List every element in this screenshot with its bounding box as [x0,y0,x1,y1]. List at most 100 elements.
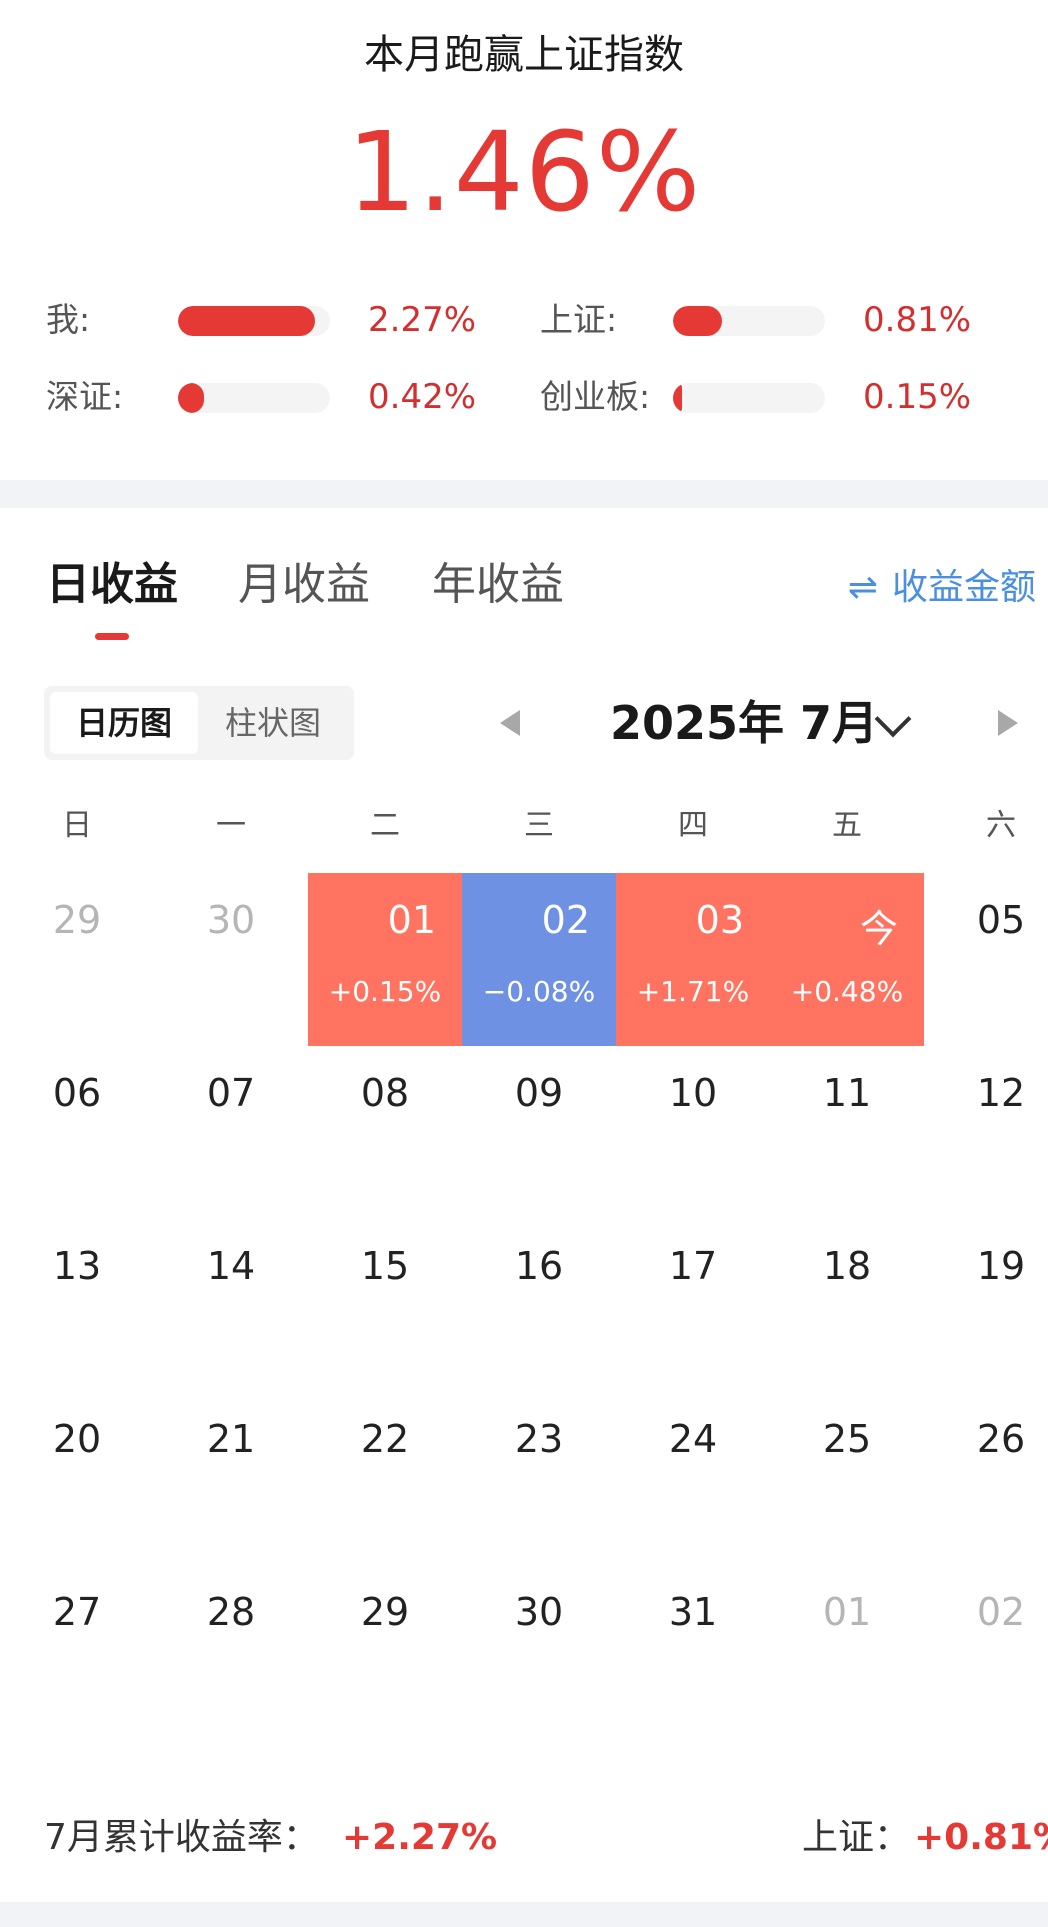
calendar-day-cell[interactable]: 01 +0.15% [308,873,462,1046]
calendar-day-number: 12 [976,1071,1026,1115]
calendar-day-cell[interactable]: 11 [770,1046,924,1219]
comparison-bar-shanghai [673,306,825,336]
calendar-day-number: 02 [976,1590,1026,1634]
weekday-header: 日一二三四五六 [0,800,1048,843]
calendar-day-number: 19 [976,1244,1026,1288]
comparison-row-1: 我: 2.27% 上证: 0.81% [0,300,1048,340]
calendar-day-cell[interactable]: 03 +1.71% [616,873,770,1046]
calendar-day-number: 18 [822,1244,872,1288]
calendar-day-cell[interactable]: 01 [770,1565,924,1738]
weekday-label: 六 [986,808,1016,843]
calendar-day-number: 今 [859,907,898,951]
calendar-day-cell[interactable]: 27 [0,1565,154,1738]
shanghai-index-value: +0.81% [914,1817,1048,1858]
calendar-day-number: 23 [514,1417,564,1461]
calendar-day-cell[interactable]: 08 [308,1046,462,1219]
weekday-label: 三 [524,808,554,843]
next-month-icon[interactable] [998,710,1018,736]
weekday-label: 五 [832,808,862,843]
calendar-day-number: 11 [822,1071,872,1115]
calendar-day-return: +1.71% [636,975,750,1008]
calendar-day-cell[interactable]: 18 [770,1219,924,1392]
chevron-down-icon[interactable] [874,700,912,738]
calendar-day-cell[interactable]: 24 [616,1392,770,1565]
calendar-day-cell[interactable]: 29 [0,873,154,1046]
section-divider [0,480,1048,508]
calendar-day-cell[interactable]: 30 [462,1565,616,1738]
calendar-day-cell[interactable]: 17 [616,1219,770,1392]
calendar-day-number: 30 [514,1590,564,1634]
calendar-day-cell[interactable]: 30 [154,873,308,1046]
calendar-day-cell[interactable]: 06 [0,1046,154,1219]
calendar-day-cell[interactable]: 15 [308,1219,462,1392]
return-tabs: 日收益 月收益 年收益 ⇌ 收益金额 [0,545,1048,645]
calendar-day-cell[interactable]: 25 [770,1392,924,1565]
calendar-day-cell[interactable]: 10 [616,1046,770,1219]
calendar-day-cell[interactable]: 05 [924,873,1048,1046]
calendar-day-cell[interactable]: 02 −0.08% [462,873,616,1046]
comparison-value-shanghai: 0.81% [863,300,972,340]
calendar-day-number: 02 [541,898,590,942]
calendar-day-cell[interactable]: 26 [924,1392,1048,1565]
calendar-day-number: 07 [206,1071,256,1115]
calendar-day-cell[interactable]: 31 [616,1565,770,1738]
calendar-day-number: 09 [514,1071,564,1115]
calendar-day-number: 06 [52,1071,102,1115]
previous-month-icon[interactable] [500,710,520,736]
calendar-day-cell[interactable]: 07 [154,1046,308,1219]
calendar-day-cell[interactable]: 13 [0,1219,154,1392]
month-title[interactable]: 2025年 7月 [610,686,878,760]
comparison-bar-shenzhen [178,383,330,413]
calendar-day-cell[interactable]: 21 [154,1392,308,1565]
calendar-day-number: 15 [360,1244,410,1288]
tab-monthly-return[interactable]: 月收益 [238,545,370,625]
calendar-day-number: 17 [668,1244,718,1288]
comparison-bar-fill [178,383,204,413]
calendar-day-number: 22 [360,1417,410,1461]
tab-daily-return[interactable]: 日收益 [46,545,178,625]
comparison-label-shanghai: 上证: [540,300,618,339]
active-tab-indicator [95,633,129,640]
calendar-day-number: 14 [206,1244,256,1288]
calendar-day-number: 31 [668,1590,718,1634]
comparison-label-chinext: 创业板: [540,377,651,416]
calendar-day-cell[interactable]: 16 [462,1219,616,1392]
swap-arrows-icon: ⇌ [847,567,878,608]
calendar-day-cell[interactable]: 14 [154,1219,308,1392]
calendar-day-number: 13 [52,1244,102,1288]
calendar-day-cell[interactable]: 19 [924,1219,1048,1392]
summary-title: 本月跑赢上证指数 [364,32,684,78]
calendar-day-cell[interactable]: 09 [462,1046,616,1219]
calendar-day-number: 26 [976,1417,1026,1461]
comparison-label-shenzhen: 深证: [46,377,124,416]
monthly-summary: 7月累计收益率： +2.27% 上证： +0.81% [0,1810,1048,1870]
calendar-day-cell[interactable]: 22 [308,1392,462,1565]
calendar-day-cell[interactable]: 29 [308,1565,462,1738]
calendar-day-return: −0.08% [482,975,596,1008]
comparison-value-shenzhen: 0.42% [368,377,477,417]
calendar-day-number: 21 [206,1417,256,1461]
summary-section: 本月跑赢上证指数 1.46% 我: 2.27% 上证: 0.81% 深证: 0.… [0,0,1048,480]
weekday-label: 日 [62,808,92,843]
switch-return-amount-link[interactable]: ⇌ 收益金额 [848,563,1036,613]
calendar-day-cell[interactable]: 23 [462,1392,616,1565]
comparison-row-2: 深证: 0.42% 创业板: 0.15% [0,377,1048,417]
calendar-day-return: +0.15% [328,975,442,1008]
calendar-day-cell[interactable]: 20 [0,1392,154,1565]
weekday-label: 四 [678,808,708,843]
comparison-label-me: 我: [46,300,91,339]
calendar-day-cell[interactable]: 02 [924,1565,1048,1738]
calendar-day-cell[interactable]: 12 [924,1046,1048,1219]
calendar-day-number: 30 [206,898,256,942]
calendar-day-number: 03 [695,898,744,942]
calendar-day-number: 10 [668,1071,718,1115]
calendar-day-cell[interactable]: 28 [154,1565,308,1738]
comparison-bar-chinext [673,383,825,413]
tab-yearly-return[interactable]: 年收益 [432,545,564,625]
shanghai-index-label: 上证： [802,1817,911,1858]
outperform-percentage: 1.46% [346,108,702,236]
calendar-day-cell[interactable]: 今 +0.48% [770,873,924,1046]
calendar-day-number: 28 [206,1590,256,1634]
calendar-day-number: 16 [514,1244,564,1288]
monthly-return-label: 7月累计收益率： [44,1817,319,1858]
